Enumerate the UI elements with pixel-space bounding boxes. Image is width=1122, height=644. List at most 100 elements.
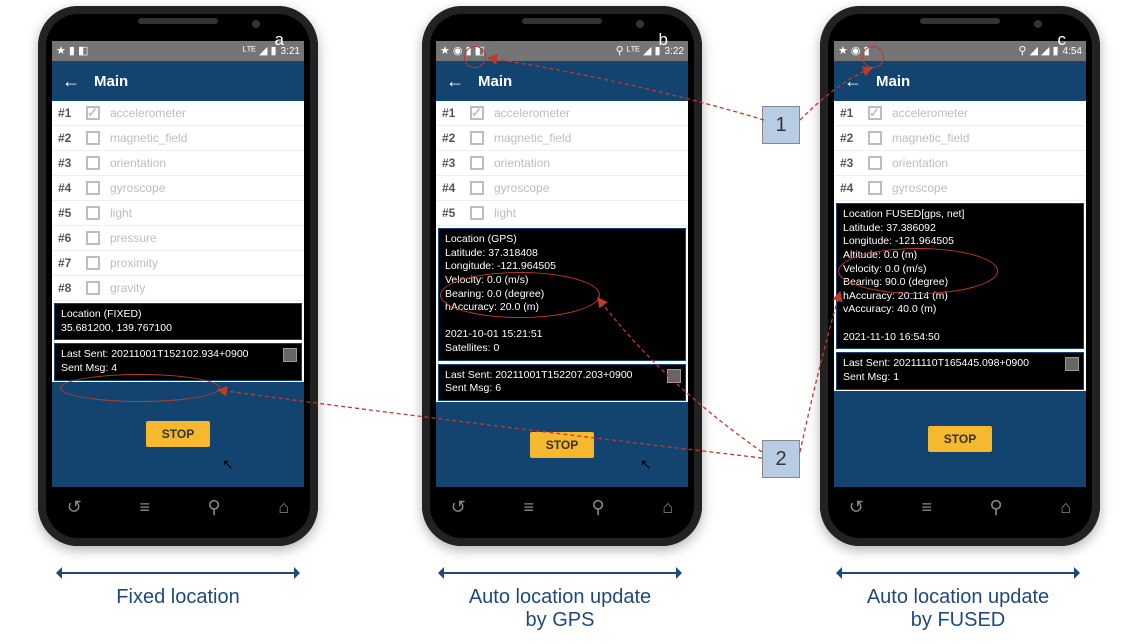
checkbox-icon[interactable] <box>470 131 484 145</box>
checkbox-icon[interactable] <box>86 281 100 295</box>
sensor-row[interactable]: #5light <box>436 201 688 226</box>
sensor-name: light <box>110 206 132 220</box>
sensor-row[interactable]: #4gyroscope <box>834 176 1086 201</box>
status-left-icons: ★ ◉ ▮ <box>838 46 870 57</box>
back-icon[interactable]: ← <box>844 71 862 92</box>
sensor-row[interactable]: #8gravity <box>52 276 304 301</box>
checkbox-icon[interactable] <box>868 106 882 120</box>
sensor-row[interactable]: #1accelerometer <box>834 101 1086 126</box>
back-icon[interactable]: ← <box>446 71 464 92</box>
nav-home-icon[interactable]: ⌂ <box>278 497 289 518</box>
sensor-index: #5 <box>58 206 86 220</box>
sensor-list: #1accelerometer#2magnetic_field#3orienta… <box>436 101 688 226</box>
checkbox-icon[interactable] <box>470 156 484 170</box>
button-bar: STOP <box>436 402 688 487</box>
nav-home-icon[interactable]: ⌂ <box>1060 497 1071 518</box>
checkbox-icon[interactable] <box>86 206 100 220</box>
sensor-row[interactable]: #7proximity <box>52 251 304 276</box>
checkbox-icon[interactable] <box>86 256 100 270</box>
checkbox-icon[interactable] <box>86 131 100 145</box>
callout-box-1: 1 <box>762 106 800 144</box>
sensor-row[interactable]: #4 gyroscope <box>52 176 304 201</box>
checkbox-icon[interactable] <box>868 181 882 195</box>
checkbox-icon[interactable] <box>470 181 484 195</box>
checkbox-icon[interactable] <box>86 231 100 245</box>
sensor-name: pressure <box>110 231 157 245</box>
nav-menu-icon[interactable]: ≡ <box>921 497 932 518</box>
callout-2-text: 2 <box>775 448 786 471</box>
callout-box-2: 2 <box>762 440 800 478</box>
sensor-row[interactable]: #3orientation <box>834 151 1086 176</box>
sensor-row[interactable]: #3orientation <box>436 151 688 176</box>
sensor-name: magnetic_field <box>110 131 187 145</box>
nav-back-icon[interactable]: ↺ <box>67 497 82 518</box>
page-title: Main <box>94 73 128 90</box>
caption-b: Auto location update by GPS <box>410 586 710 632</box>
figure-label-b: b <box>659 30 668 50</box>
sensor-name: light <box>494 206 516 220</box>
sensor-index: #3 <box>58 156 86 170</box>
sensor-index: #1 <box>442 106 470 120</box>
sensor-index: #2 <box>840 131 868 145</box>
sensor-name: orientation <box>110 156 166 170</box>
sensor-index: #4 <box>442 181 470 195</box>
back-icon[interactable]: ← <box>62 71 80 92</box>
nav-search-icon[interactable]: ⚲ <box>592 497 605 518</box>
sensor-row[interactable]: #1accelerometer <box>436 101 688 126</box>
checkbox-icon[interactable] <box>868 131 882 145</box>
nav-back-icon[interactable]: ↺ <box>451 497 466 518</box>
stop-button[interactable]: STOP <box>530 432 594 458</box>
app-bar: ← Main <box>52 61 304 101</box>
android-nav: ↺ ≡ ⚲ ⌂ <box>38 487 318 527</box>
sensor-index: #4 <box>58 181 86 195</box>
sensor-index: #2 <box>442 131 470 145</box>
sensor-row[interactable]: #6 pressure <box>52 226 304 251</box>
sensor-row[interactable]: #1accelerometer <box>52 101 304 126</box>
location-panel: Location FUSED[gps, net] Latitude: 37.38… <box>836 203 1084 349</box>
app-bar: ← Main <box>834 61 1086 101</box>
caption-a: Fixed location <box>58 586 298 609</box>
checkbox-icon[interactable] <box>868 156 882 170</box>
app-bar: ← Main <box>436 61 688 101</box>
nav-menu-icon[interactable]: ≡ <box>139 497 150 518</box>
status-indicator-icon <box>1065 357 1079 371</box>
checkbox-icon[interactable] <box>470 206 484 220</box>
stop-button[interactable]: STOP <box>146 421 210 447</box>
sensor-index: #8 <box>58 281 86 295</box>
nav-search-icon[interactable]: ⚲ <box>208 497 221 518</box>
status-right-icons: ᴸᵀᴱ ◢ ▮ <box>243 46 277 57</box>
sensor-name: accelerometer <box>110 106 186 120</box>
checkbox-icon[interactable] <box>86 156 100 170</box>
checkbox-icon[interactable] <box>470 106 484 120</box>
sensor-name: proximity <box>110 256 158 270</box>
sent-panel: Last Sent: 20211001T152102.934+0900 Sent… <box>54 343 302 380</box>
sensor-name: gyroscope <box>494 181 549 195</box>
stop-button[interactable]: STOP <box>928 426 992 452</box>
checkbox-icon[interactable] <box>86 106 100 120</box>
status-indicator-icon <box>667 369 681 383</box>
status-left-icons: ★ ▮ ◧ <box>56 46 88 57</box>
sensor-row[interactable]: #2magnetic_field <box>436 126 688 151</box>
status-left-icons: ★ ◉ ▮ ◧ <box>440 46 485 57</box>
checkbox-icon[interactable] <box>86 181 100 195</box>
sensor-row[interactable]: #2magnetic_field <box>52 126 304 151</box>
sensor-name: gyroscope <box>110 181 165 195</box>
nav-home-icon[interactable]: ⌂ <box>662 497 673 518</box>
sensor-index: #6 <box>58 231 86 245</box>
width-arrow-b <box>440 572 680 574</box>
sent-panel: Last Sent: 20211110T165445.098+0900 Sent… <box>836 352 1084 389</box>
android-nav: ↺ ≡ ⚲ ⌂ <box>422 487 702 527</box>
width-arrow-c <box>838 572 1078 574</box>
callout-1-text: 1 <box>775 114 786 137</box>
sensor-name: gyroscope <box>892 181 947 195</box>
sensor-row[interactable]: #3 orientation <box>52 151 304 176</box>
sensor-row[interactable]: #4 gyroscope <box>436 176 688 201</box>
screen: ★ ◉ ▮ ⚲ ◢ ◢ ▮4:54 ← Main #1accelerometer… <box>834 41 1086 487</box>
nav-search-icon[interactable]: ⚲ <box>990 497 1003 518</box>
sensor-row[interactable]: #2magnetic_field <box>834 126 1086 151</box>
nav-back-icon[interactable]: ↺ <box>849 497 864 518</box>
nav-menu-icon[interactable]: ≡ <box>523 497 534 518</box>
screen: ★ ▮ ◧ ᴸᵀᴱ ◢ ▮3:21 ← Main #1accelerometer… <box>52 41 304 487</box>
phone-c: c ★ ◉ ▮ ⚲ ◢ ◢ ▮4:54 ← Main #1acceleromet… <box>820 6 1100 546</box>
sensor-row[interactable]: #5 light <box>52 201 304 226</box>
